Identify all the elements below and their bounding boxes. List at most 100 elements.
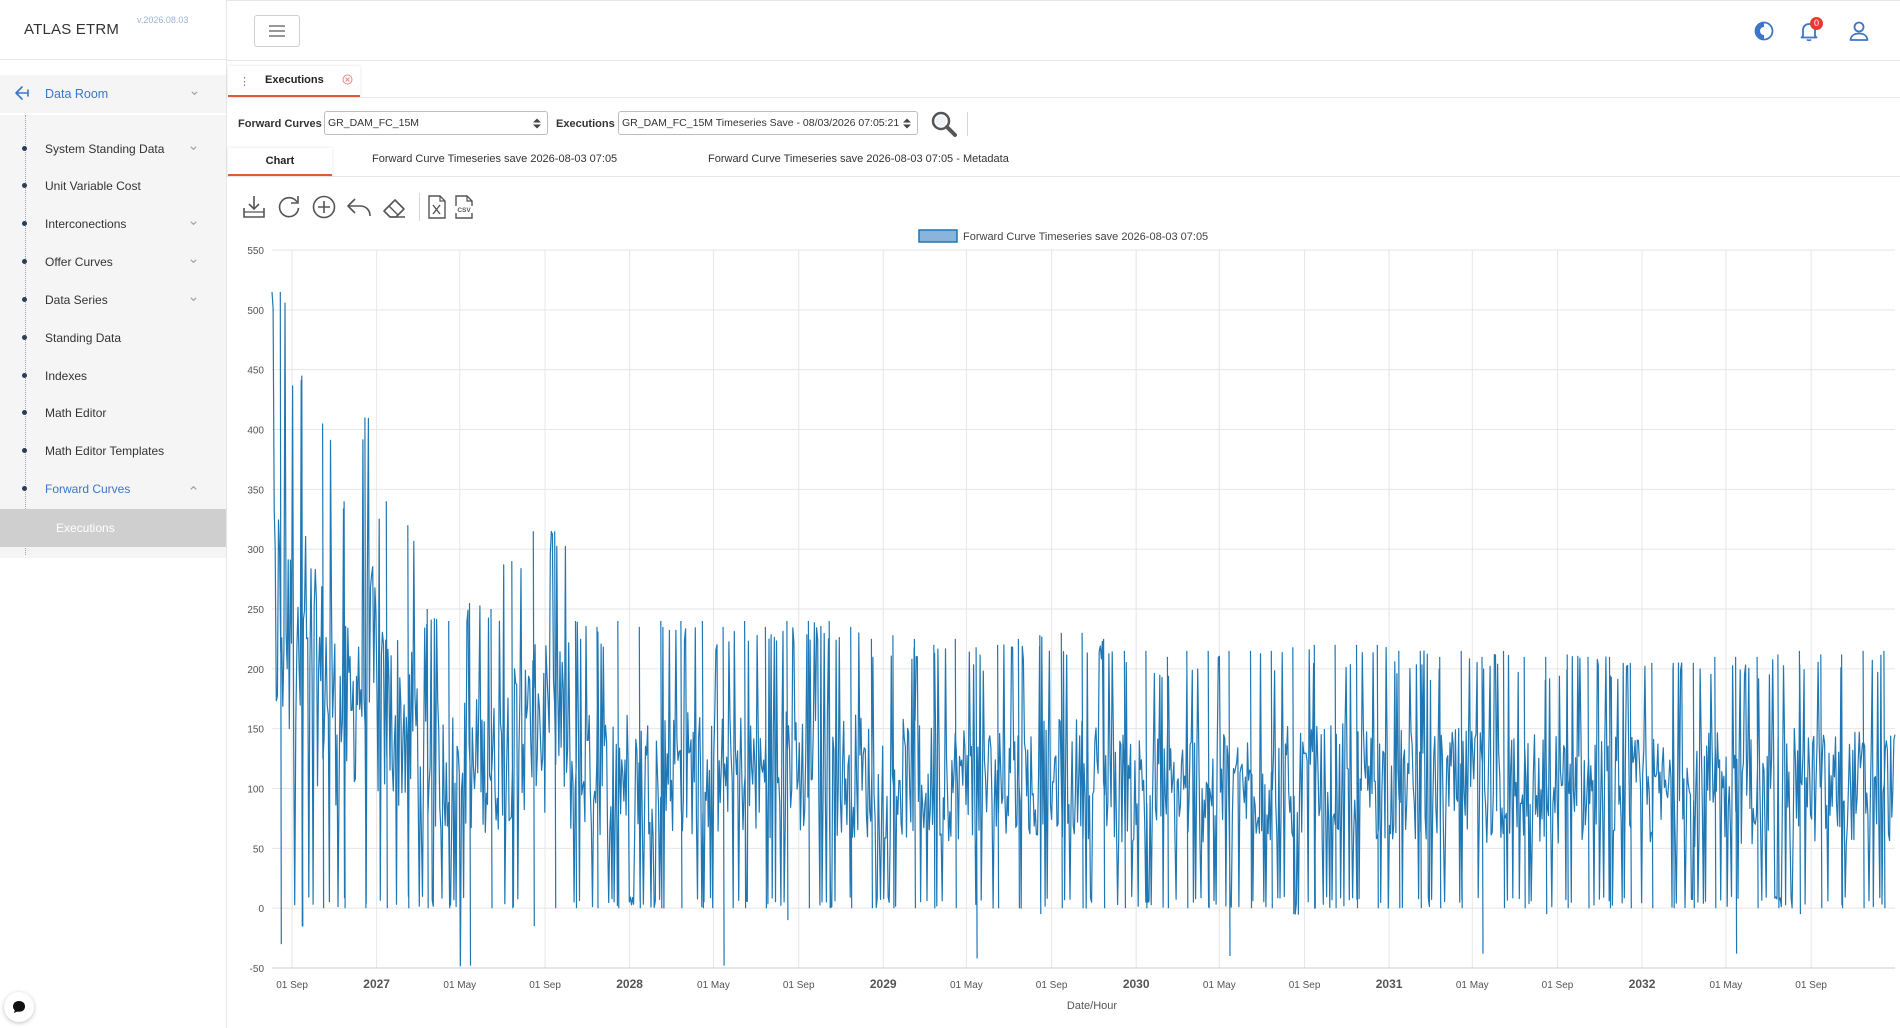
sidebar-item-label: Math Editor (45, 406, 107, 420)
chevron-down-icon[interactable] (189, 144, 198, 153)
sidebar-item-forward-curves[interactable]: Forward Curves (0, 475, 226, 503)
search-icon[interactable] (930, 110, 958, 138)
tree-node-dot (22, 146, 27, 151)
sidebar-item-data-series[interactable]: Data Series (0, 286, 226, 314)
page-tab-label: Executions (265, 74, 324, 86)
sidebar-item-math-editor[interactable]: Math Editor (0, 399, 226, 427)
excel-export-icon[interactable] (423, 193, 451, 221)
tab-divider (227, 97, 1900, 98)
y-tick-label: 300 (247, 545, 264, 556)
eraser-icon[interactable] (380, 193, 408, 221)
top-border (0, 0, 1900, 4)
sidebar-item-unit-variable-cost[interactable]: Unit Variable Cost (0, 172, 226, 200)
y-tick-label: 150 (247, 725, 264, 736)
legend-swatch (918, 229, 958, 243)
chevron-up-icon[interactable] (189, 484, 198, 493)
select-arrows-icon (533, 118, 541, 129)
tree-node-dot (22, 448, 27, 453)
executions-label: Executions (556, 118, 615, 130)
menu-icon (269, 25, 285, 37)
executions-select[interactable]: GR_DAM_FC_15M Timeseries Save - 08/03/20… (618, 111, 918, 135)
chevron-down-icon[interactable] (190, 89, 199, 98)
theme-toggle-icon[interactable] (1752, 19, 1776, 43)
forward-curve-chart[interactable]: Forward Curve Timeseries save 2026-08-03… (227, 225, 1900, 1028)
series-path (271, 291, 1896, 967)
x-tick-label: 01 May (1456, 980, 1489, 991)
executions-value: GR_DAM_FC_15M Timeseries Save - 08/03/20… (622, 117, 900, 129)
x-tick-label: 01 May (1203, 980, 1236, 991)
tree-node-dot (22, 183, 27, 188)
x-tick-label: 01 Sep (529, 980, 561, 991)
toolbar-separator (967, 112, 968, 136)
back-arrow-icon[interactable] (14, 85, 30, 101)
sidebar-item-system-standing-data[interactable]: System Standing Data (0, 135, 226, 163)
x-tick-label: 01 May (950, 980, 983, 991)
notification-badge: 0 (1810, 17, 1823, 30)
zoom-in-icon[interactable] (310, 193, 338, 221)
x-tick-label: 01 May (697, 980, 730, 991)
series-line (271, 291, 1896, 967)
tab-timeseries[interactable]: Forward Curve Timeseries save 2026-08-03… (372, 148, 617, 174)
x-tick-label: 01 Sep (1036, 980, 1068, 991)
chat-icon (13, 1001, 25, 1013)
download-icon[interactable] (240, 193, 268, 221)
tree-node-dot (22, 335, 27, 340)
sidebar-item-label: Indexes (45, 369, 88, 383)
sidebar-item-label: Unit Variable Cost (45, 179, 141, 193)
sidebar-item-math-editor-templates[interactable]: Math Editor Templates (0, 437, 226, 465)
y-tick-label: 0 (258, 904, 264, 915)
forward-curves-select[interactable]: GR_DAM_FC_15M (324, 111, 548, 135)
y-tick-label: 450 (247, 366, 264, 377)
x-tick-label: 2032 (1629, 977, 1656, 991)
sidebar-item-label: Offer Curves (45, 255, 113, 269)
y-tick-label: 250 (247, 605, 264, 616)
select-arrows-icon (903, 118, 911, 129)
x-tick-label: 01 May (443, 980, 476, 991)
undo-icon[interactable] (345, 193, 373, 221)
sidebar-subitem-label: Executions (56, 521, 115, 535)
drag-handle-icon[interactable]: ⋮ (239, 75, 250, 88)
tree-node-dot (22, 297, 27, 302)
sidebar-root-data-room[interactable]: Data Room (0, 75, 226, 113)
x-tick-label: 01 Sep (276, 980, 308, 991)
x-axis: 01 Sep 2027 01 May 01 Sep 2028 01 May 01 Sep 20… (276, 977, 1827, 991)
tab-label: Forward Curve Timeseries save 2026-08-03… (708, 153, 1009, 165)
sidebar-item-offer-curves[interactable]: Offer Curves (0, 248, 226, 276)
csv-export-icon[interactable]: CSV (450, 193, 478, 221)
legend-label: Forward Curve Timeseries save 2026-08-03… (963, 231, 1208, 243)
user-icon[interactable] (1847, 19, 1871, 43)
sidebar-tree: System Standing Data Unit Variable Cost … (0, 115, 226, 558)
sidebar-item-label: Data Series (45, 293, 108, 307)
y-tick-label: 200 (247, 665, 264, 676)
chevron-down-icon[interactable] (189, 257, 198, 266)
chart-legend[interactable]: Forward Curve Timeseries save 2026-08-03… (918, 229, 1208, 243)
tree-node-dot (22, 221, 27, 226)
x-tick-label: 01 Sep (1542, 980, 1574, 991)
toolbar-separator (419, 193, 420, 221)
sidebar-subitem-executions[interactable]: Executions (0, 509, 226, 547)
tree-node-dot (22, 486, 27, 491)
sidebar-item-label: Interconections (45, 217, 127, 231)
close-icon[interactable] (342, 74, 353, 85)
sidebar-item-label: Forward Curves (45, 482, 131, 496)
sidebar-item-standing-data[interactable]: Standing Data (0, 324, 226, 352)
chevron-down-icon[interactable] (189, 219, 198, 228)
x-tick-label: 01 Sep (1289, 980, 1321, 991)
sidebar-item-indexes[interactable]: Indexes (0, 362, 226, 390)
tab-metadata[interactable]: Forward Curve Timeseries save 2026-08-03… (708, 148, 1009, 174)
sidebar-root-label: Data Room (45, 87, 109, 101)
x-tick-label: 2028 (616, 977, 643, 991)
tab-chart[interactable]: Chart (228, 148, 332, 176)
sidebar-item-interconections[interactable]: Interconections (0, 210, 226, 238)
x-tick-label: 01 May (1710, 980, 1743, 991)
x-tick-label: 2027 (363, 977, 390, 991)
chat-button[interactable] (4, 992, 34, 1022)
y-tick-label: 100 (247, 785, 264, 796)
page-tab-executions[interactable]: ⋮ Executions (228, 66, 360, 97)
refresh-icon[interactable] (275, 193, 303, 221)
x-tick-label: 01 Sep (783, 980, 815, 991)
chevron-down-icon[interactable] (189, 295, 198, 304)
svg-text:CSV: CSV (457, 207, 471, 214)
menu-toggle-button[interactable] (254, 15, 300, 47)
app-name: ATLAS ETRM (24, 21, 120, 38)
